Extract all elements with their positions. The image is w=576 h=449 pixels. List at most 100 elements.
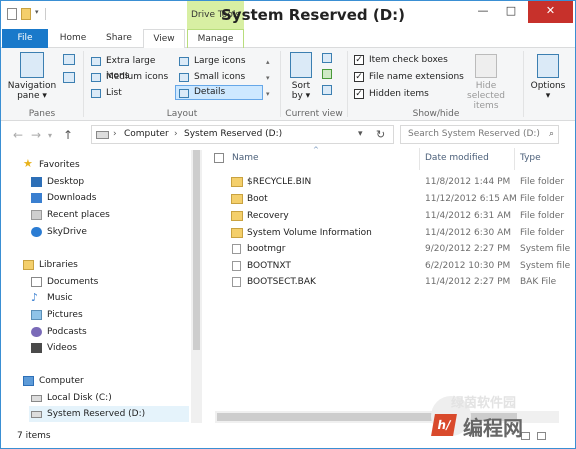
desktop-icon (31, 177, 42, 187)
file-date: 11/12/2012 6:15 AM (425, 194, 517, 204)
hidden-items-checkbox[interactable]: ✓ Hidden items (354, 87, 429, 101)
layout-option-label: Small icons (194, 72, 246, 82)
file-type: File folder (520, 194, 565, 204)
videos-icon (31, 343, 42, 353)
maximize-button[interactable]: □ (498, 1, 524, 23)
list-icon (91, 89, 101, 98)
sidebar-item-system-reserved-d[interactable]: System Reserved (D:) (29, 406, 189, 422)
tab-manage[interactable]: Manage (187, 29, 244, 48)
file-type: System file (520, 261, 571, 271)
close-button[interactable]: ✕ (528, 1, 573, 23)
sidebar-item-label: Local Disk (C:) (47, 393, 112, 403)
address-chevron-down-icon[interactable]: ▾ (358, 129, 363, 139)
sidebar-item-skydrive[interactable]: SkyDrive (31, 224, 87, 240)
breadcrumb-drive[interactable]: System Reserved (D:) (184, 129, 282, 139)
table-row[interactable]: bootmgr 9/20/2012 2:27 PM System file (205, 241, 575, 257)
sidebar-item-label: Documents (47, 277, 99, 287)
sidebar-item-pictures[interactable]: Pictures (31, 307, 83, 323)
add-columns-icon[interactable] (322, 69, 332, 79)
sidebar-libraries[interactable]: Libraries (23, 257, 78, 273)
sidebar-item-podcasts[interactable]: Podcasts (31, 324, 87, 340)
column-header-name[interactable]: Name (232, 153, 259, 167)
up-arrow-icon[interactable]: ↑ (63, 128, 73, 142)
layout-extra-large-icons[interactable]: Extra large icons (88, 54, 174, 81)
panes-group-label: Panes (28, 109, 56, 119)
sidebar-item-videos[interactable]: Videos (31, 340, 77, 356)
item-check-boxes-checkbox[interactable]: ✓ Item check boxes (354, 53, 448, 67)
table-row[interactable]: BOOTSECT.BAK 11/4/2012 2:27 PM BAK File (205, 274, 575, 290)
sort-by-label: Sort (291, 81, 311, 91)
file-date: 11/4/2012 6:31 AM (425, 211, 512, 221)
sidebar-item-music[interactable]: ♪ Music (31, 290, 73, 306)
current-view-group-label: Current view (285, 109, 343, 119)
recent-locations-chevron-icon[interactable]: ▾ (48, 131, 52, 140)
tab-share[interactable]: Share (97, 29, 141, 48)
table-row[interactable]: $RECYCLE.BIN 11/8/2012 1:44 PM File folder (205, 174, 575, 190)
layout-small-icons[interactable]: Small icons (176, 70, 262, 85)
group-by-icon[interactable] (322, 53, 332, 63)
forward-arrow-icon[interactable]: → (31, 128, 41, 142)
table-row[interactable]: Recovery 11/4/2012 6:31 AM File folder (205, 208, 575, 224)
sidebar-item-downloads[interactable]: Downloads (31, 190, 96, 206)
refresh-icon[interactable]: ↻ (376, 128, 385, 141)
sidebar-item-label: Videos (47, 343, 77, 353)
sidebar-item-local-disk-c[interactable]: Local Disk (C:) (31, 390, 112, 406)
pictures-icon (31, 310, 42, 320)
sort-by-button[interactable]: Sort by ▾ (284, 52, 318, 101)
file-type: File folder (520, 211, 565, 221)
search-input[interactable]: Search System Reserved (D:) ⌕ (400, 125, 559, 144)
options-button[interactable]: Options ▾ (527, 54, 569, 101)
layout-group-label: Layout (166, 109, 198, 119)
table-row[interactable]: Boot 11/12/2012 6:15 AM File folder (205, 191, 575, 207)
layout-details[interactable]: Details (175, 85, 263, 100)
breadcrumb-separator-icon: › (174, 129, 178, 139)
show-hide-group-label: Show/hide (412, 109, 460, 119)
navigation-pane-label: Navigation (7, 81, 57, 91)
sidebar-header-label: Libraries (39, 260, 78, 270)
column-divider (514, 148, 515, 170)
sort-by-label-2: by ▾ (291, 91, 311, 101)
layout-option-label: Large icons (194, 56, 246, 66)
column-header-date-modified[interactable]: Date modified (425, 153, 489, 167)
recent-places-icon (31, 210, 42, 220)
details-pane-icon[interactable] (63, 72, 75, 83)
sidebar-item-documents[interactable]: Documents (31, 274, 98, 290)
file-date: 11/8/2012 1:44 PM (425, 177, 511, 187)
tab-home[interactable]: Home (53, 29, 93, 48)
back-arrow-icon[interactable]: ← (13, 128, 23, 142)
ribbon: Navigation pane ▾ Panes Extra large icon… (1, 48, 575, 121)
layout-large-icons[interactable]: Large icons (176, 54, 262, 69)
select-all-checkbox[interactable] (214, 153, 224, 163)
breadcrumb-computer[interactable]: Computer (124, 129, 169, 139)
tab-file[interactable]: File (2, 29, 48, 48)
table-row[interactable]: BOOTNXT 6/2/2012 10:30 PM System file (205, 258, 575, 274)
navigation-pane-scrollbar[interactable] (191, 150, 202, 423)
preview-pane-icon[interactable] (63, 54, 75, 65)
layout-list[interactable]: List (88, 86, 174, 101)
drive-icon (96, 131, 109, 139)
address-path[interactable]: › Computer › System Reserved (D:) ▾ ↻ (91, 125, 394, 144)
sidebar-item-recent-places[interactable]: Recent places (31, 207, 110, 223)
hide-selected-items-button[interactable]: Hide selected items (456, 54, 516, 111)
sidebar-item-desktop[interactable]: Desktop (31, 174, 84, 190)
search-placeholder: Search System Reserved (D:) (408, 129, 540, 139)
layout-scroll-arrows[interactable]: ▴ ▾ ▾ (266, 54, 270, 102)
size-columns-icon[interactable] (322, 85, 332, 95)
search-icon[interactable]: ⌕ (549, 126, 554, 143)
table-row[interactable]: System Volume Information 11/4/2012 6:30 … (205, 225, 575, 241)
navigation-pane-button[interactable]: Navigation pane ▾ (7, 52, 57, 101)
medium-icons-icon (91, 73, 101, 82)
scrollbar-thumb[interactable] (193, 150, 200, 350)
column-header-type[interactable]: Type (520, 153, 541, 167)
minimize-button[interactable]: — (470, 1, 496, 23)
sidebar-item-label: Pictures (47, 310, 83, 320)
layout-medium-icons[interactable]: Medium icons (88, 70, 174, 85)
file-name: Boot (247, 194, 268, 204)
sidebar-computer[interactable]: Computer (23, 373, 84, 389)
file-name-extensions-checkbox[interactable]: ✓ File name extensions (354, 70, 464, 84)
tab-view[interactable]: View (143, 29, 185, 49)
item-count: 7 items (17, 431, 51, 441)
watermark-text-top: 绿茵软件园 (451, 396, 517, 411)
file-name: Recovery (247, 211, 289, 221)
sidebar-favorites[interactable]: ★ Favorites (23, 157, 80, 173)
